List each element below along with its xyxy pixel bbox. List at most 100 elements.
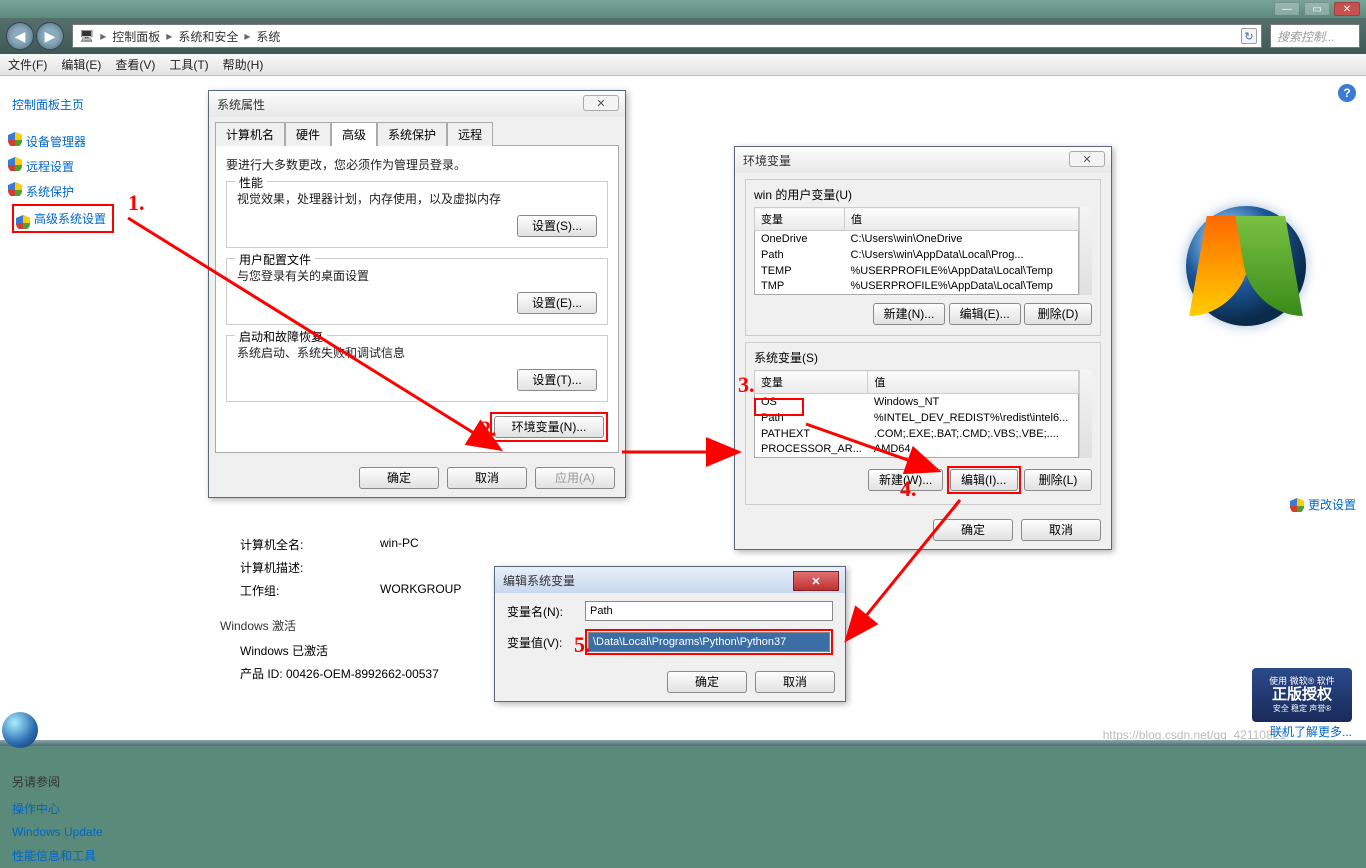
- legend: 系统变量(S): [754, 349, 1092, 366]
- delete-sys-var-button[interactable]: 删除(L): [1024, 469, 1092, 491]
- minimize-button[interactable]: —: [1274, 2, 1300, 16]
- close-icon[interactable]: ✕: [1069, 151, 1105, 167]
- legend: 性能: [235, 174, 267, 191]
- table-row[interactable]: OSWindows_NT: [755, 394, 1079, 410]
- chevron-right-icon: ▸: [244, 29, 250, 43]
- scrollbar[interactable]: [1079, 207, 1092, 295]
- forward-button[interactable]: ▶: [36, 22, 64, 50]
- env-vars-button[interactable]: 环境变量(N)...: [494, 416, 604, 438]
- edit-user-var-button[interactable]: 编辑(E)...: [949, 303, 1021, 325]
- sidebar-item-device-manager[interactable]: 设备管理器: [12, 129, 188, 154]
- tab-remote[interactable]: 远程: [447, 122, 493, 146]
- tab-hardware[interactable]: 硬件: [285, 122, 331, 146]
- cancel-button[interactable]: 取消: [755, 671, 835, 693]
- vista-orb-logo: [1186, 206, 1306, 326]
- tab-protection[interactable]: 系统保护: [377, 122, 447, 146]
- user-vars-group: win 的用户变量(U) 变量值 OneDriveC:\Users\win\On…: [745, 179, 1101, 336]
- change-settings-link[interactable]: 更改设置: [1290, 496, 1356, 513]
- table-row[interactable]: PATHEXT.COM;.EXE;.BAT;.CMD;.VBS;.VBE;...…: [755, 426, 1079, 442]
- new-sys-var-button[interactable]: 新建(W)...: [868, 469, 943, 491]
- tab-computer-name[interactable]: 计算机名: [215, 122, 285, 146]
- sidebar-link-performance[interactable]: 性能信息和工具: [12, 843, 188, 868]
- menu-help[interactable]: 帮助(H): [223, 56, 264, 73]
- sidebar-item-advanced[interactable]: 高级系统设置: [20, 212, 106, 226]
- activation-status: Windows 已激活: [240, 642, 461, 659]
- close-icon[interactable]: ✕: [793, 571, 839, 591]
- edit-sys-var-button[interactable]: 编辑(I)...: [950, 469, 1018, 491]
- table-row[interactable]: OneDriveC:\Users\win\OneDrive: [755, 231, 1079, 247]
- close-button[interactable]: ✕: [1334, 2, 1360, 16]
- legend: 用户配置文件: [235, 251, 315, 268]
- tab-panel-advanced: 要进行大多数更改，您必须作为管理员登录。 性能 视觉效果，处理器计划，内存使用，…: [215, 145, 619, 453]
- startup-settings-button[interactable]: 设置(T)...: [517, 369, 597, 391]
- ok-button[interactable]: 确定: [933, 519, 1013, 541]
- breadcrumb[interactable]: 🖥 ▸ 控制面板 ▸ 系统和安全 ▸ 系统 ↻: [72, 24, 1262, 48]
- chevron-right-icon: ▸: [100, 29, 106, 43]
- menu-edit[interactable]: 编辑(E): [61, 56, 101, 73]
- start-button[interactable]: [2, 712, 38, 748]
- scrollbar[interactable]: [1079, 370, 1092, 458]
- table-row[interactable]: TMP%USERPROFILE%\AppData\Local\Temp: [755, 278, 1079, 294]
- sidebar-link-windows-update[interactable]: Windows Update: [12, 821, 188, 843]
- table-row-path[interactable]: Path%INTEL_DEV_REDIST%\redist\intel6...: [755, 410, 1079, 426]
- crumb-system[interactable]: 系统: [256, 28, 280, 45]
- shield-icon: [16, 215, 30, 229]
- crumb-system-security[interactable]: 系统和安全: [178, 28, 238, 45]
- tab-advanced[interactable]: 高级: [331, 122, 377, 146]
- col-val[interactable]: 值: [868, 371, 1078, 394]
- system-vars-table[interactable]: 变量值 OSWindows_NT Path%INTEL_DEV_REDIST%\…: [754, 370, 1079, 458]
- profiles-settings-button[interactable]: 设置(E)...: [517, 292, 597, 314]
- ok-button[interactable]: 确定: [359, 467, 439, 489]
- dialog-buttons: 确定 取消 应用(A): [209, 459, 625, 497]
- col-val[interactable]: 值: [845, 208, 1079, 231]
- dialog-title: 编辑系统变量 ✕: [495, 567, 845, 593]
- ok-button[interactable]: 确定: [667, 671, 747, 693]
- crumb-control-panel[interactable]: 控制面板: [112, 28, 160, 45]
- sidebar-see-also: 另请参阅: [12, 773, 188, 790]
- apply-button[interactable]: 应用(A): [535, 467, 615, 489]
- tabs: 计算机名 硬件 高级 系统保护 远程: [209, 117, 625, 145]
- env-vars-dialog: 环境变量 ✕ win 的用户变量(U) 变量值 OneDriveC:\Users…: [734, 146, 1112, 550]
- legend: win 的用户变量(U): [754, 186, 1092, 203]
- perf-desc: 视觉效果，处理器计划，内存使用，以及虚拟内存: [237, 190, 597, 207]
- col-var[interactable]: 变量: [755, 371, 868, 394]
- sidebar-link-action-center[interactable]: 操作中心: [12, 796, 188, 821]
- search-input[interactable]: 搜索控制...: [1270, 24, 1360, 48]
- taskbar[interactable]: [0, 740, 1366, 746]
- menu-file[interactable]: 文件(F): [8, 56, 47, 73]
- cancel-button[interactable]: 取消: [447, 467, 527, 489]
- sidebar-item-protection[interactable]: 系统保护: [12, 179, 188, 204]
- var-value-input[interactable]: [588, 632, 830, 652]
- table-row[interactable]: PROCESSOR_AR...AMD64: [755, 441, 1079, 457]
- new-user-var-button[interactable]: 新建(N)...: [873, 303, 946, 325]
- table-row[interactable]: PathC:\Users\win\AppData\Local\Prog...: [755, 247, 1079, 263]
- value-fullname: win-PC: [380, 536, 419, 553]
- dialog-title: 系统属性 ✕: [209, 91, 625, 117]
- sidebar-home[interactable]: 控制面板主页: [12, 92, 188, 117]
- var-value-label: 变量值(V):: [507, 634, 577, 651]
- legend: 启动和故障恢复: [235, 328, 327, 345]
- cancel-button[interactable]: 取消: [1021, 519, 1101, 541]
- sidebar-item-remote[interactable]: 远程设置: [12, 154, 188, 179]
- menu-tools[interactable]: 工具(T): [169, 56, 208, 73]
- close-icon[interactable]: ✕: [583, 95, 619, 111]
- env-vars-highlight: 环境变量(N)...: [490, 412, 608, 442]
- col-var[interactable]: 变量: [755, 208, 845, 231]
- var-name-input[interactable]: [585, 601, 833, 621]
- delete-user-var-button[interactable]: 删除(D): [1024, 303, 1092, 325]
- value-workgroup: WORKGROUP: [380, 582, 461, 599]
- maximize-button[interactable]: ▭: [1304, 2, 1330, 16]
- menu-view[interactable]: 查看(V): [115, 56, 155, 73]
- shield-icon: [8, 182, 22, 196]
- dialog-title: 环境变量 ✕: [735, 147, 1111, 173]
- label-workgroup: 工作组:: [240, 582, 380, 599]
- table-row[interactable]: TEMP%USERPROFILE%\AppData\Local\Temp: [755, 263, 1079, 279]
- shield-icon: [8, 132, 22, 146]
- performance-group: 性能 视觉效果，处理器计划，内存使用，以及虚拟内存 设置(S)...: [226, 181, 608, 248]
- perf-settings-button[interactable]: 设置(S)...: [517, 215, 597, 237]
- back-button[interactable]: ◀: [6, 22, 34, 50]
- genuine-badge: 使用 微软® 软件 正版授权 安全 稳定 声誉®: [1252, 668, 1352, 722]
- refresh-button[interactable]: ↻: [1241, 28, 1257, 44]
- user-vars-table[interactable]: 变量值 OneDriveC:\Users\win\OneDrive PathC:…: [754, 207, 1079, 295]
- edit-var-dialog: 编辑系统变量 ✕ 变量名(N): 变量值(V): 确定 取消: [494, 566, 846, 702]
